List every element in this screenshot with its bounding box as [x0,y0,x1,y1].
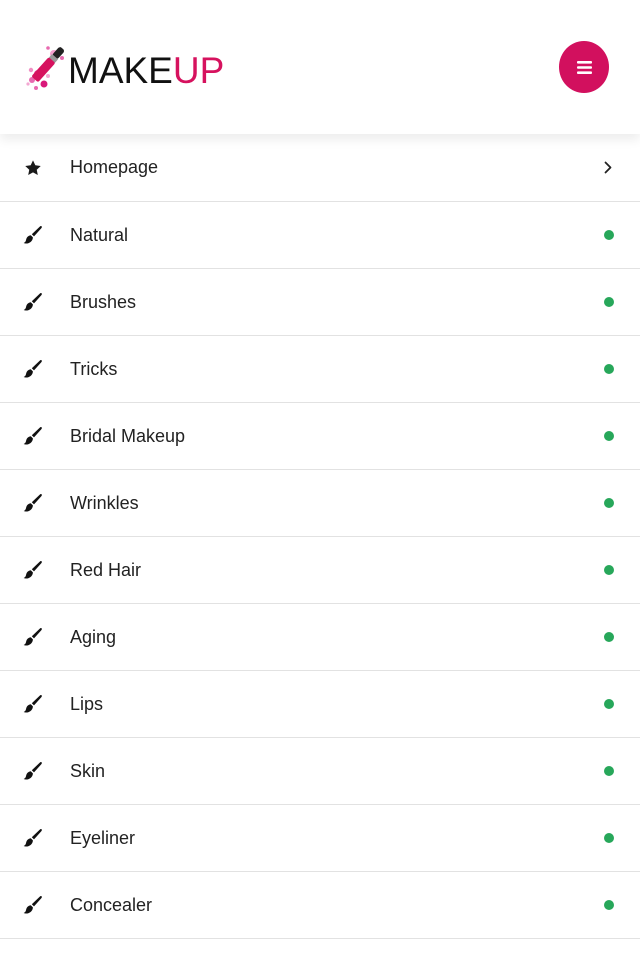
nav-item-label: Brushes [70,291,137,312]
logo-wordmark: MAKEUP [68,52,224,89]
menu-toggle-button[interactable] [559,41,609,93]
status-dot [604,900,614,910]
nav-item-label: Skin [70,760,106,781]
status-dot [604,833,614,843]
logo-text-accent: UP [172,49,225,91]
nav-item-lips[interactable]: Lips [0,671,640,738]
makeup-brush-logo-icon [26,46,65,90]
nav-item-label: Concealer [70,894,153,915]
nav-item-natural[interactable]: Natural [0,202,640,269]
brush-icon [23,359,43,379]
nav-item-label: Aging [70,626,117,647]
nav-item-label: Eyeliner [70,827,136,848]
status-dot [604,297,614,307]
nav-item-eyeliner[interactable]: Eyeliner [0,805,640,872]
chevron-right-icon [602,161,614,175]
logo-text-main: MAKE [68,49,173,91]
nav-item-wrinkles[interactable]: Wrinkles [0,470,640,537]
nav-item-label: Natural [70,224,129,245]
nav-item-aging[interactable]: Aging [0,604,640,671]
status-dot [604,699,614,709]
status-dot [604,431,614,441]
nav-item-label: Homepage [70,157,159,177]
brush-icon [23,225,43,245]
brush-icon [23,426,43,446]
brush-icon [23,694,43,714]
status-dot [604,766,614,776]
brush-icon [23,627,43,647]
brush-icon [23,895,43,915]
category-nav-list: Homepage Natural Brushes Tricks Bridal M… [0,134,640,939]
site-header: MAKEUP [0,0,640,134]
page: MAKEUP Homepage Natural Brushes Tricks B… [0,0,640,960]
brush-icon [23,560,43,580]
nav-item-homepage[interactable]: Homepage [0,134,640,202]
status-dot [604,565,614,575]
nav-item-label: Wrinkles [70,492,139,513]
brush-icon [23,292,43,312]
brush-icon [23,761,43,781]
nav-item-label: Tricks [70,358,118,379]
nav-item-brushes[interactable]: Brushes [0,269,640,336]
nav-item-label: Red Hair [70,559,142,580]
nav-item-concealer[interactable]: Concealer [0,872,640,939]
site-logo[interactable]: MAKEUP [24,44,224,94]
nav-item-skin[interactable]: Skin [0,738,640,805]
status-dot [604,632,614,642]
star-icon [23,158,43,178]
status-dot [604,230,614,240]
nav-item-bridal-makeup[interactable]: Bridal Makeup [0,403,640,470]
nav-item-tricks[interactable]: Tricks [0,336,640,403]
status-dot [604,364,614,374]
status-dot [604,498,614,508]
nav-item-red-hair[interactable]: Red Hair [0,537,640,604]
hamburger-icon [576,60,592,74]
brush-icon [23,828,43,848]
nav-item-label: Lips [70,693,104,714]
brush-icon [23,493,43,513]
nav-item-label: Bridal Makeup [70,425,186,446]
